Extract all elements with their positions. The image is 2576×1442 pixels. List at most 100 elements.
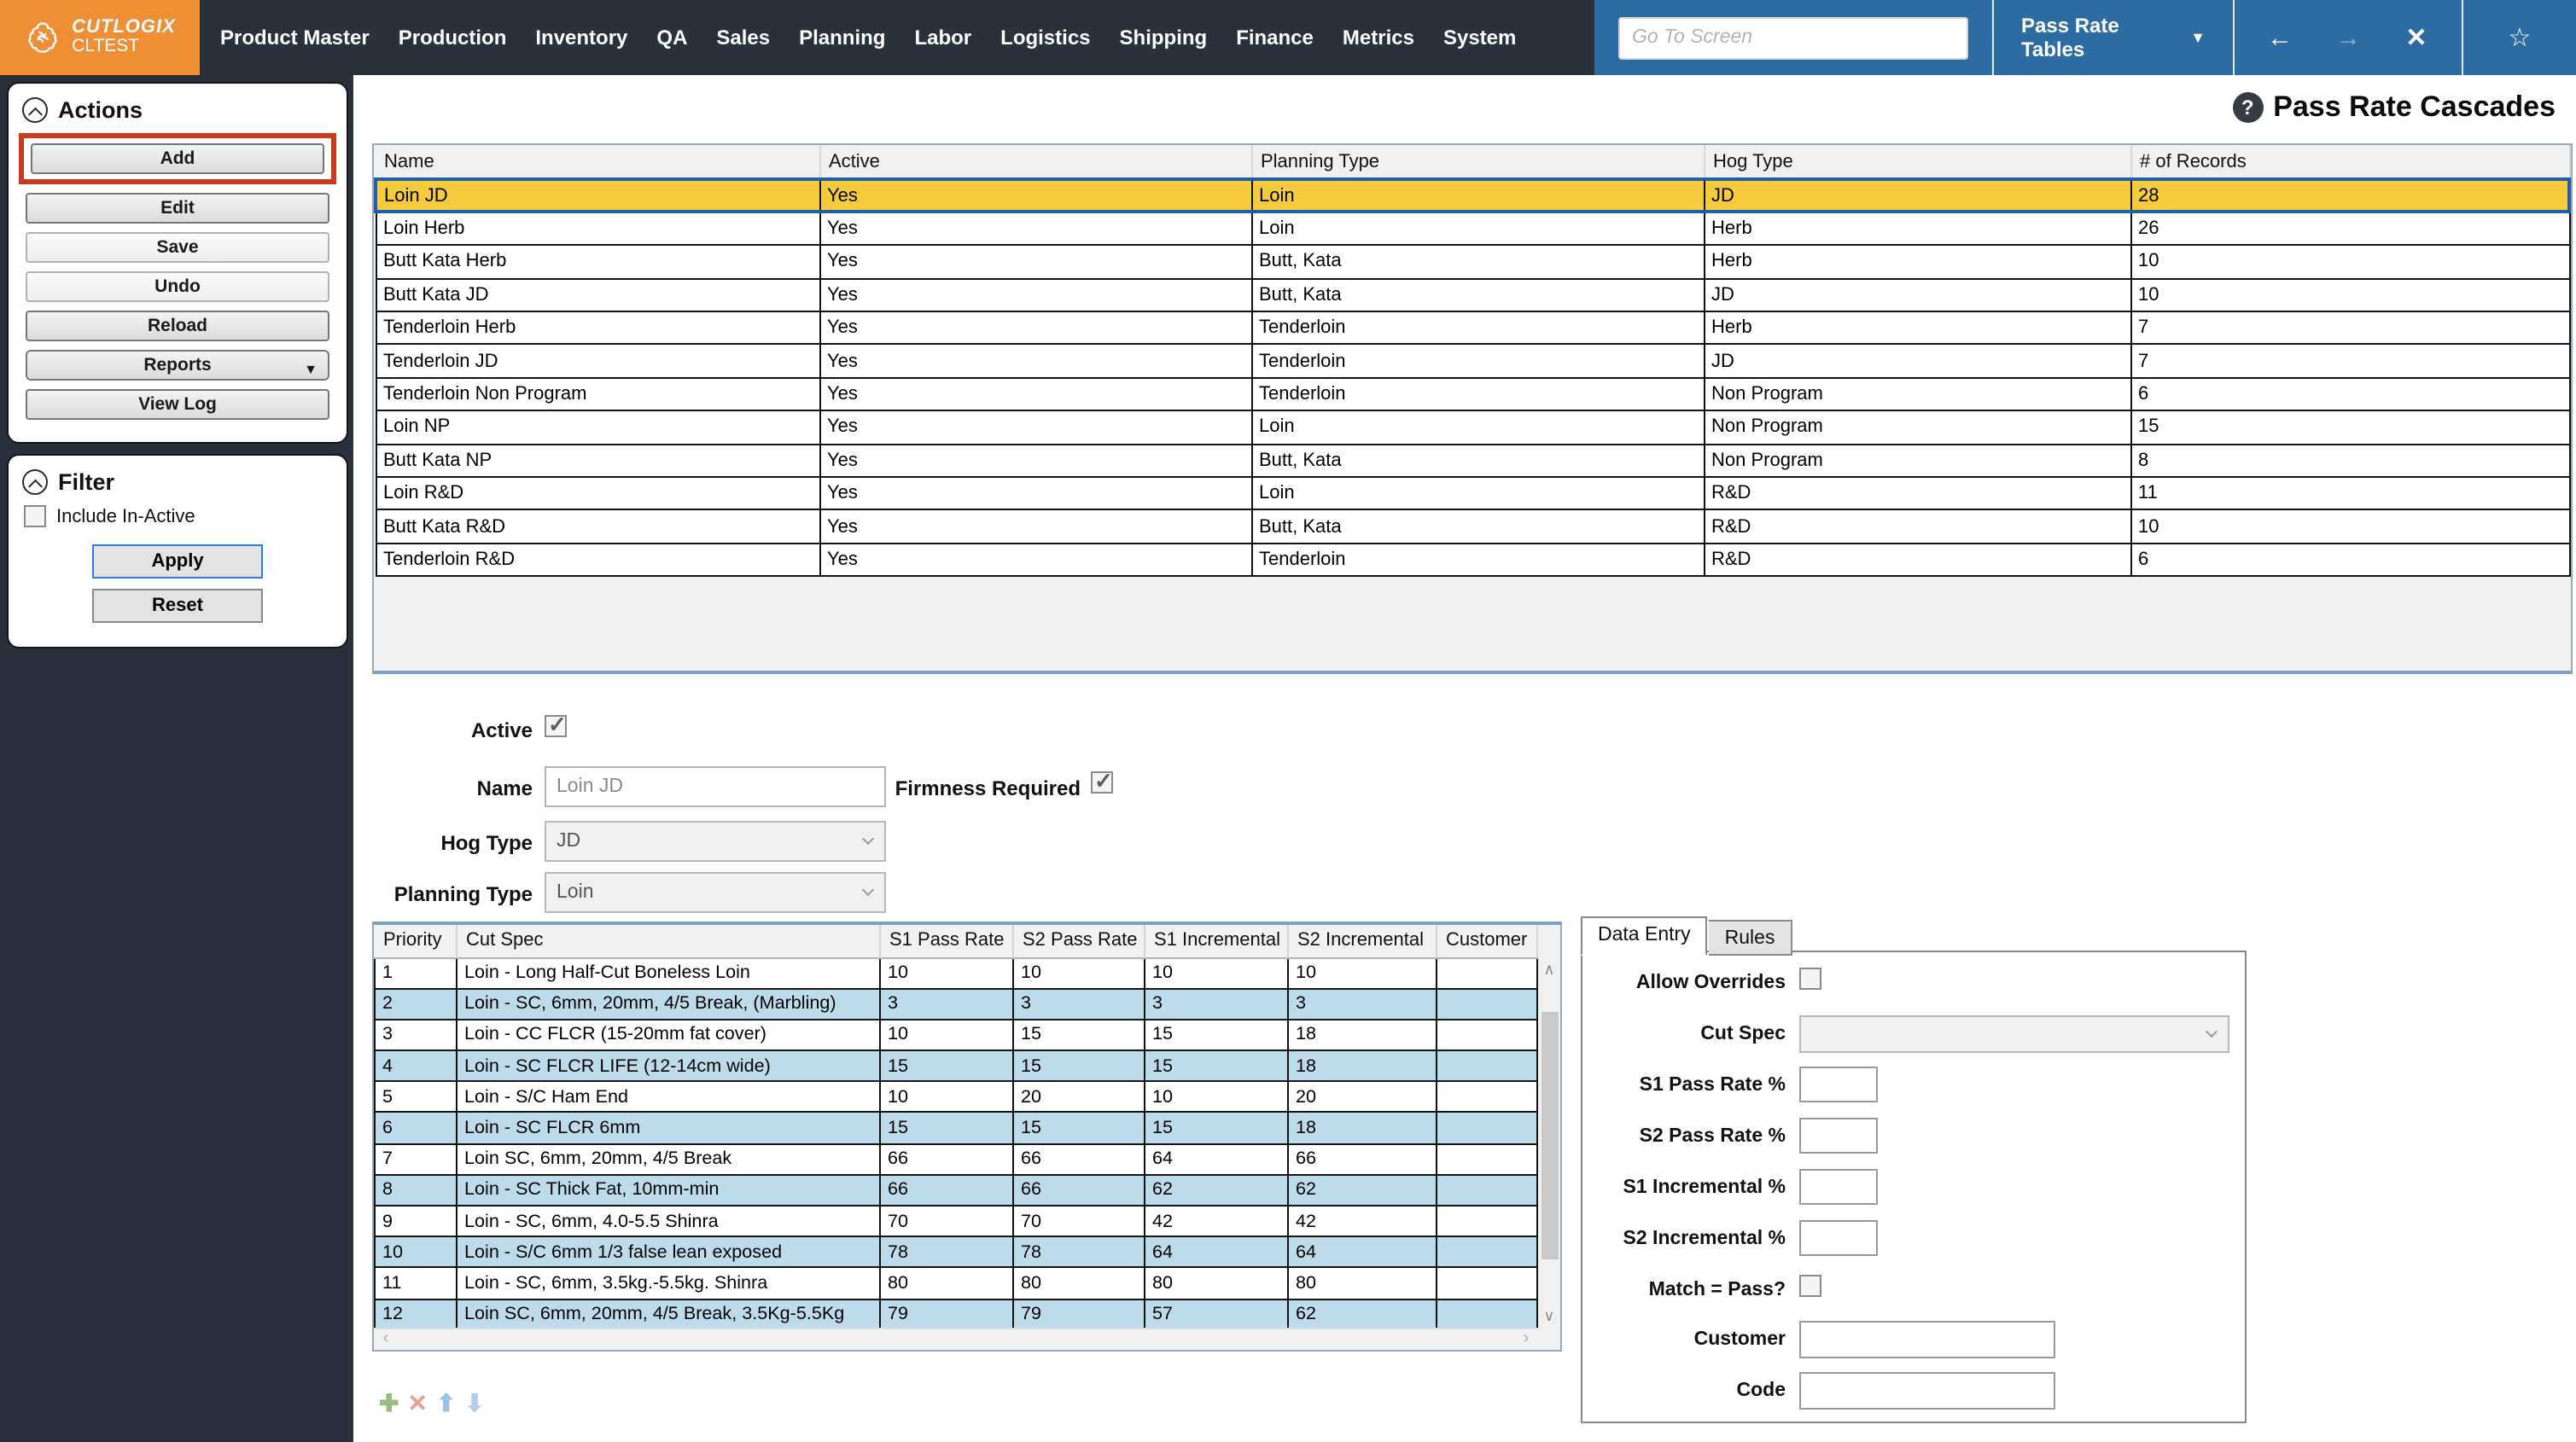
table-cell[interactable]: Herb — [1704, 246, 2130, 279]
table-cell[interactable]: 15 — [1145, 1020, 1288, 1050]
planning-type-select[interactable]: Loin — [545, 872, 886, 913]
table-cell[interactable]: Non Program — [1704, 378, 2130, 411]
table-cell[interactable]: 3 — [1013, 988, 1145, 1019]
table-cell[interactable]: Loin SC, 6mm, 20mm, 4/5 Break — [457, 1143, 880, 1174]
menu-item[interactable]: Labor — [914, 26, 971, 49]
add-row-icon[interactable]: ✚ — [379, 1389, 399, 1418]
table-cell[interactable]: 11 — [2130, 477, 2569, 510]
table-cell[interactable]: Tenderloin — [1251, 544, 1704, 577]
table-cell[interactable]: 3 — [1288, 988, 1437, 1019]
customer-input[interactable] — [1799, 1321, 2055, 1358]
scroll-down-icon[interactable]: ∨ — [1538, 1304, 1560, 1328]
s1-pass-rate-input[interactable] — [1799, 1067, 1878, 1102]
table-cell[interactable]: 10 — [1013, 957, 1145, 988]
table-cell[interactable]: Tenderloin R&D — [376, 544, 819, 577]
table-cell[interactable] — [1437, 1143, 1537, 1174]
scroll-left-icon[interactable]: ‹ — [374, 1329, 398, 1352]
table-cell[interactable]: 15 — [1013, 1113, 1145, 1143]
table-cell[interactable]: Loin — [1251, 477, 1704, 510]
scroll-right-icon[interactable]: › — [1514, 1329, 1538, 1352]
delete-row-icon[interactable]: ✕ — [407, 1389, 427, 1418]
table-cell[interactable]: 10 — [880, 1082, 1013, 1113]
table-cell[interactable]: 80 — [880, 1268, 1013, 1299]
table-cell[interactable]: 26 — [2130, 212, 2569, 246]
hog-type-select[interactable]: JD — [545, 821, 886, 862]
include-inactive-checkbox[interactable] — [24, 505, 46, 527]
table-cell[interactable]: Butt, Kata — [1251, 510, 1704, 544]
table-cell[interactable]: 3 — [375, 1020, 457, 1050]
table-cell[interactable]: 7 — [375, 1143, 457, 1174]
menu-item[interactable]: Finance — [1236, 26, 1314, 49]
table-cell[interactable]: 79 — [1013, 1299, 1145, 1329]
table-cell[interactable] — [1437, 1299, 1537, 1329]
table-cell[interactable]: 15 — [1145, 1113, 1288, 1143]
reload-button[interactable]: Reload — [26, 311, 329, 341]
table-cell[interactable]: Non Program — [1704, 410, 2130, 444]
s1-incremental-input[interactable] — [1799, 1169, 1878, 1205]
tab-rules[interactable]: Rules — [1710, 920, 1792, 956]
table-cell[interactable]: Butt Kata Herb — [376, 246, 819, 279]
name-input[interactable]: Loin JD — [545, 766, 886, 807]
table-cell[interactable]: Loin NP — [376, 410, 819, 444]
table-cell[interactable]: 10 — [1145, 957, 1288, 988]
table-cell[interactable]: 6 — [2130, 378, 2569, 411]
menu-item[interactable]: Product Master — [220, 26, 370, 49]
table-cell[interactable]: Loin — [1251, 410, 1704, 444]
table-cell[interactable] — [1437, 1113, 1537, 1143]
table-cell[interactable]: Loin - SC Thick Fat, 10mm-min — [457, 1175, 880, 1206]
table-row[interactable]: Tenderloin Non ProgramYesTenderloinNon P… — [376, 378, 2569, 411]
table-cell[interactable]: 80 — [1145, 1268, 1288, 1299]
table-cell[interactable]: Yes — [819, 444, 1251, 477]
column-header[interactable]: Cut Spec — [457, 925, 880, 957]
menu-item[interactable]: Planning — [799, 26, 885, 49]
s2-incremental-input[interactable] — [1799, 1220, 1878, 1256]
table-row[interactable]: 4Loin - SC FLCR LIFE (12-14cm wide)15151… — [375, 1050, 1537, 1081]
table-cell[interactable]: 6 — [375, 1113, 457, 1143]
table-cell[interactable]: Butt, Kata — [1251, 246, 1704, 279]
favorite-star-icon[interactable]: ☆ — [2463, 0, 2576, 75]
table-cell[interactable] — [1437, 1236, 1537, 1267]
table-cell[interactable]: 66 — [1288, 1143, 1437, 1174]
table-cell[interactable]: 70 — [880, 1206, 1013, 1236]
table-cell[interactable]: Tenderloin — [1251, 378, 1704, 411]
s2-pass-rate-input[interactable] — [1799, 1118, 1878, 1154]
table-cell[interactable]: 9 — [375, 1206, 457, 1236]
table-cell[interactable]: 20 — [1288, 1082, 1437, 1113]
table-cell[interactable]: 62 — [1288, 1175, 1437, 1206]
table-cell[interactable]: 10 — [1145, 1082, 1288, 1113]
table-cell[interactable]: Loin - S/C Ham End — [457, 1082, 880, 1113]
column-header[interactable]: S1 Pass Rate — [880, 925, 1013, 957]
table-cell[interactable]: Loin - SC FLCR LIFE (12-14cm wide) — [457, 1050, 880, 1081]
table-cell[interactable]: Loin - Long Half-Cut Boneless Loin — [457, 957, 880, 988]
table-cell[interactable]: 15 — [1013, 1050, 1145, 1081]
table-cell[interactable]: Butt Kata NP — [376, 444, 819, 477]
table-cell[interactable]: 15 — [880, 1050, 1013, 1081]
table-cell[interactable]: 42 — [1145, 1206, 1288, 1236]
table-row[interactable]: 6Loin - SC FLCR 6mm15151518 — [375, 1113, 1537, 1143]
table-cell[interactable]: 8 — [375, 1175, 457, 1206]
table-cell[interactable]: 7 — [2130, 311, 2569, 345]
table-cell[interactable]: R&D — [1704, 510, 2130, 544]
apply-button[interactable]: Apply — [92, 544, 263, 579]
menu-item[interactable]: QA — [656, 26, 687, 49]
add-button[interactable]: Add — [31, 143, 324, 174]
table-cell[interactable]: Yes — [819, 311, 1251, 345]
table-cell[interactable]: 57 — [1145, 1299, 1288, 1329]
column-header[interactable]: Active — [819, 145, 1251, 179]
table-cell[interactable]: 10 — [2130, 246, 2569, 279]
table-cell[interactable] — [1437, 1082, 1537, 1113]
menu-item[interactable]: Inventory — [535, 26, 627, 49]
collapse-chevron-icon[interactable] — [22, 469, 48, 495]
table-cell[interactable] — [1437, 957, 1537, 988]
forward-arrow-icon[interactable]: → — [2314, 23, 2382, 52]
column-header[interactable]: Priority — [375, 925, 457, 957]
table-cell[interactable]: Loin — [1251, 212, 1704, 246]
table-cell[interactable]: Loin Herb — [376, 212, 819, 246]
table-cell[interactable]: Loin - CC FLCR (15-20mm fat cover) — [457, 1020, 880, 1050]
column-header[interactable]: Hog Type — [1704, 145, 2130, 179]
table-cell[interactable]: 3 — [880, 988, 1013, 1019]
table-cell[interactable]: Non Program — [1704, 444, 2130, 477]
table-cell[interactable]: 15 — [2130, 410, 2569, 444]
move-row-down-icon[interactable]: ⬇ — [464, 1389, 484, 1418]
table-row[interactable]: Butt Kata JDYesButt, KataJD10 — [376, 278, 2569, 311]
